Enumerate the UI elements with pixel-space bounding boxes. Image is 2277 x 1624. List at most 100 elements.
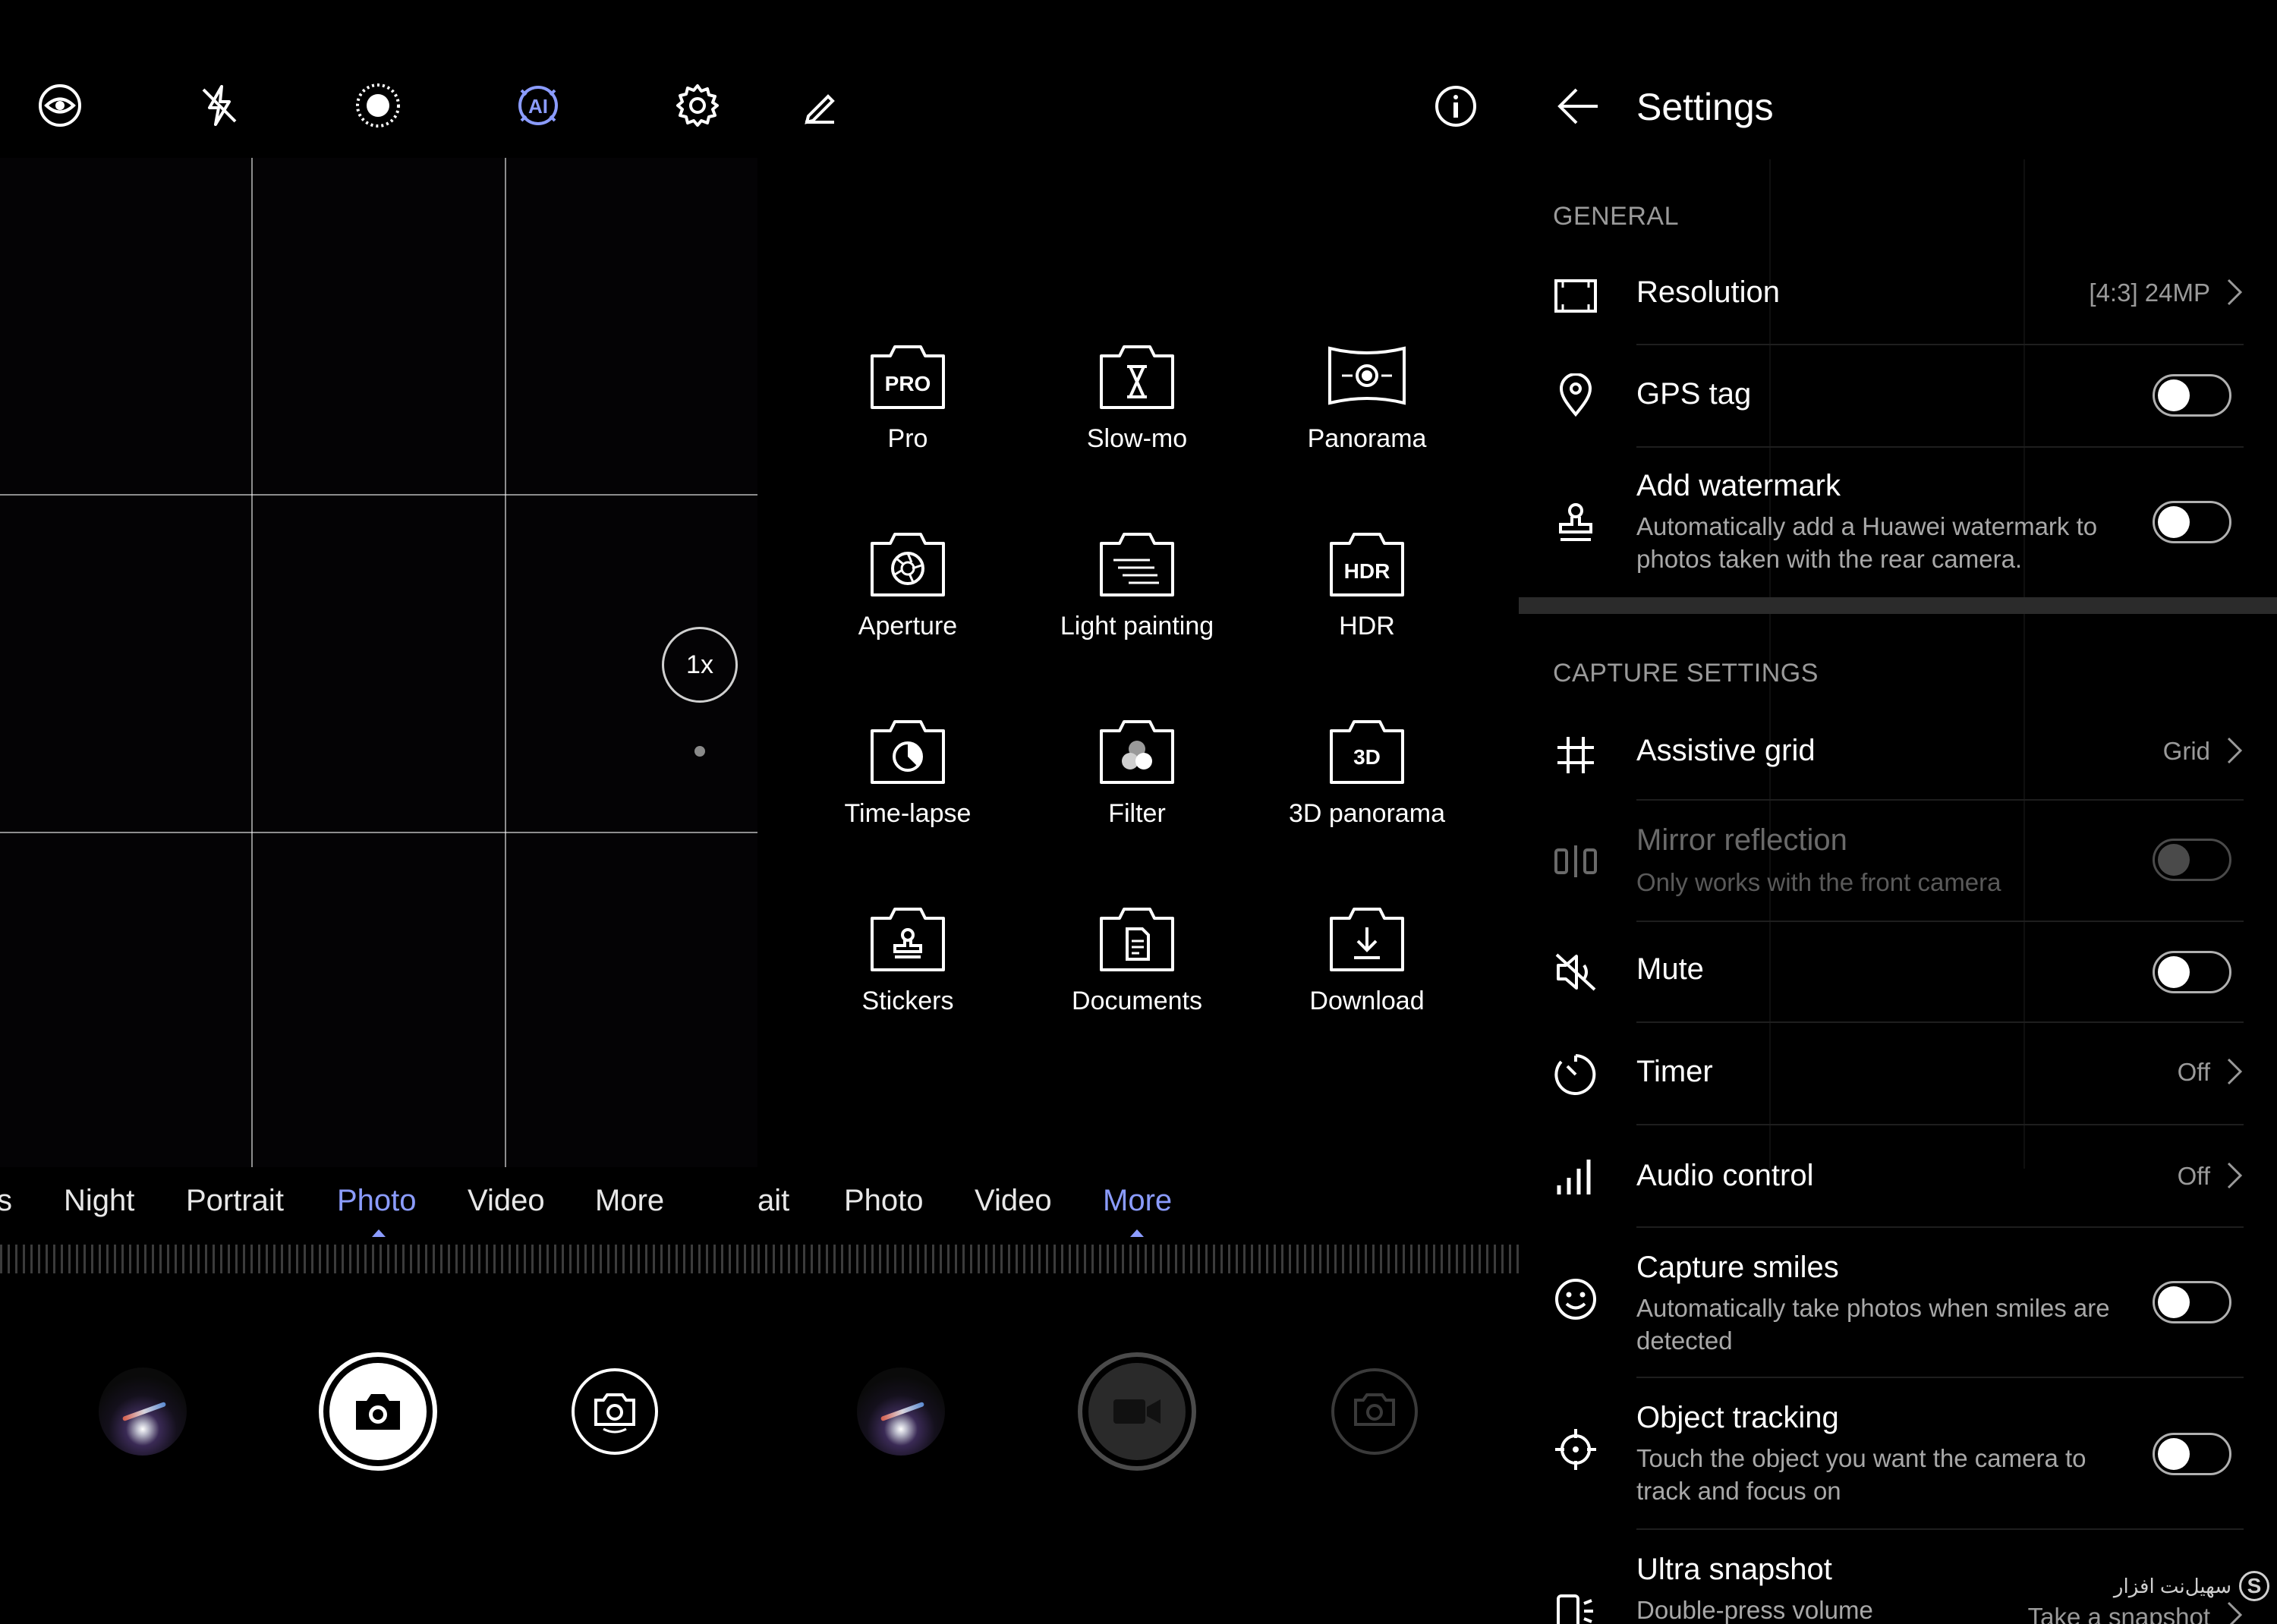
smile-icon [1553, 1276, 1598, 1322]
setting-resolution[interactable]: Resolution [4:3] 24MP [1519, 262, 2277, 345]
mode-photo[interactable]: Photo [337, 1184, 417, 1218]
setting-capture-smiles[interactable]: Capture smiles Automatically take photos… [1519, 1228, 2277, 1378]
mode-video[interactable]: Video [468, 1184, 545, 1218]
mode-portrait[interactable]: Portrait [186, 1184, 284, 1218]
section-general: GENERAL [1553, 202, 1679, 231]
record-button[interactable] [1078, 1352, 1196, 1471]
ai-icon[interactable]: AI [512, 79, 565, 132]
setting-title: Capture smiles [1636, 1251, 1839, 1284]
documents-icon [1100, 908, 1174, 971]
switch-camera-button[interactable] [572, 1368, 658, 1455]
svg-text:3D: 3D [1353, 745, 1381, 769]
watermark-toggle[interactable] [2153, 501, 2231, 543]
setting-title: Audio control [1636, 1159, 1814, 1192]
object-tracking-toggle[interactable] [2153, 1433, 2231, 1475]
mode-hdr-label: HDR [1339, 612, 1395, 640]
record-inner [1088, 1363, 1186, 1460]
flash-off-icon[interactable] [193, 79, 246, 132]
setting-audio-control[interactable]: Audio control Off [1519, 1125, 2277, 1228]
mode-documents[interactable]: Documents [1023, 902, 1251, 1016]
mode-documents-label: Documents [1072, 987, 1202, 1015]
gps-toggle[interactable] [2153, 374, 2231, 417]
setting-title: Assistive grid [1636, 734, 1816, 767]
mode-pro[interactable]: PRO Pro [794, 339, 1022, 454]
setting-title: Ultra snapshot [1636, 1553, 1832, 1586]
mute-toggle[interactable] [2153, 951, 2231, 993]
mode-stickers-label: Stickers [861, 987, 954, 1015]
setting-title: Timer [1636, 1055, 1713, 1088]
section-divider-band [1519, 597, 2277, 614]
active-mode-caret [1130, 1229, 1144, 1237]
mode-3d-panorama[interactable]: 3D 3D panorama [1253, 714, 1481, 829]
zoom-button[interactable]: 1x [662, 627, 738, 703]
moving-picture-icon[interactable] [351, 79, 405, 132]
svg-text:PRO: PRO [885, 372, 931, 395]
capture-smiles-toggle[interactable] [2153, 1281, 2231, 1323]
mode-night[interactable]: Night [64, 1184, 134, 1218]
mode-hdr[interactable]: HDR HDR [1253, 527, 1481, 641]
section-capture-settings: CAPTURE SETTINGS [1553, 659, 1819, 688]
stickers-icon [871, 908, 945, 971]
gear-icon[interactable] [671, 79, 724, 132]
gallery-thumbnail[interactable] [99, 1367, 187, 1456]
mode-slow-mo[interactable]: Slow-mo [1023, 339, 1251, 454]
mirror-icon [1553, 839, 1598, 884]
setting-add-watermark[interactable]: Add watermark Automatically add a Huawei… [1519, 448, 2277, 596]
setting-gps-tag[interactable]: GPS tag [1519, 345, 2277, 448]
mirror-toggle [2153, 839, 2231, 881]
pro-icon: PRO [871, 345, 945, 409]
mode-stickers[interactable]: Stickers [794, 902, 1022, 1016]
timer-icon [1553, 1052, 1598, 1097]
audio-bars-icon [1553, 1154, 1598, 1200]
chevron-right-icon [2227, 1601, 2243, 1624]
gallery-thumbnail[interactable] [857, 1367, 945, 1456]
mode-pro-label: Pro [887, 424, 928, 453]
mode-photo[interactable]: Photo [844, 1184, 924, 1218]
resolution-icon [1553, 273, 1598, 319]
setting-title: Mute [1636, 952, 1704, 986]
mode-partial[interactable]: s [0, 1184, 12, 1218]
camera-icon [356, 1394, 400, 1430]
chevron-right-icon [2227, 279, 2243, 306]
download-icon [1330, 908, 1404, 971]
chevron-right-icon [2227, 737, 2243, 764]
photo-viewfinder-panel: AI 1x s Night Portrait Photo Video More [0, 0, 757, 1624]
mode-aperture[interactable]: Aperture [794, 527, 1022, 641]
shutter-button[interactable] [319, 1352, 437, 1471]
switch-camera-button[interactable] [1331, 1368, 1418, 1455]
light-painting-icon [1100, 533, 1174, 596]
panorama-icon [1328, 346, 1406, 405]
setting-value: Take a snapshot [2027, 1603, 2210, 1624]
mode-ruler [757, 1245, 1519, 1273]
edit-icon[interactable] [795, 82, 844, 131]
viewfinder[interactable] [0, 158, 757, 1167]
mode-download[interactable]: Download [1253, 902, 1481, 1016]
setting-mute[interactable]: Mute [1519, 922, 2277, 1023]
mode-panorama[interactable]: Panorama [1253, 339, 1481, 454]
mode-panorama-label: Panorama [1307, 424, 1427, 453]
setting-title: Mirror reflection [1636, 823, 1847, 857]
mode-partial[interactable]: ait [757, 1184, 789, 1218]
watermark-logo-icon: S [2239, 1571, 2269, 1601]
back-arrow-icon[interactable] [1555, 83, 1601, 129]
mode-time-lapse[interactable]: Time-lapse [794, 714, 1022, 829]
switch-camera-icon [1354, 1393, 1395, 1426]
setting-mirror-reflection: Mirror reflection Only works with the fr… [1519, 801, 2277, 922]
zoom-indicator-dot [694, 746, 705, 757]
setting-timer[interactable]: Timer Off [1519, 1023, 2277, 1125]
switch-camera-icon [594, 1393, 635, 1434]
mode-more[interactable]: More [1103, 1184, 1172, 1218]
mode-video[interactable]: Video [975, 1184, 1052, 1218]
info-icon[interactable] [1431, 82, 1480, 131]
setting-assistive-grid[interactable]: Assistive grid Grid [1519, 710, 2277, 801]
setting-object-tracking[interactable]: Object tracking Touch the object you wan… [1519, 1378, 2277, 1530]
eye-icon[interactable] [33, 79, 87, 132]
mode-light-painting[interactable]: Light painting [1023, 527, 1251, 641]
site-watermark: سهیل‌نت افزار S [2114, 1571, 2269, 1601]
more-modes-panel: PRO Pro Slow-mo Panorama Aperture Light … [757, 0, 1519, 1624]
mode-more[interactable]: More [595, 1184, 664, 1218]
mode-ruler [0, 1245, 757, 1273]
grid-line [0, 832, 757, 833]
mute-icon [1553, 949, 1598, 995]
mode-filter[interactable]: Filter [1023, 714, 1251, 829]
